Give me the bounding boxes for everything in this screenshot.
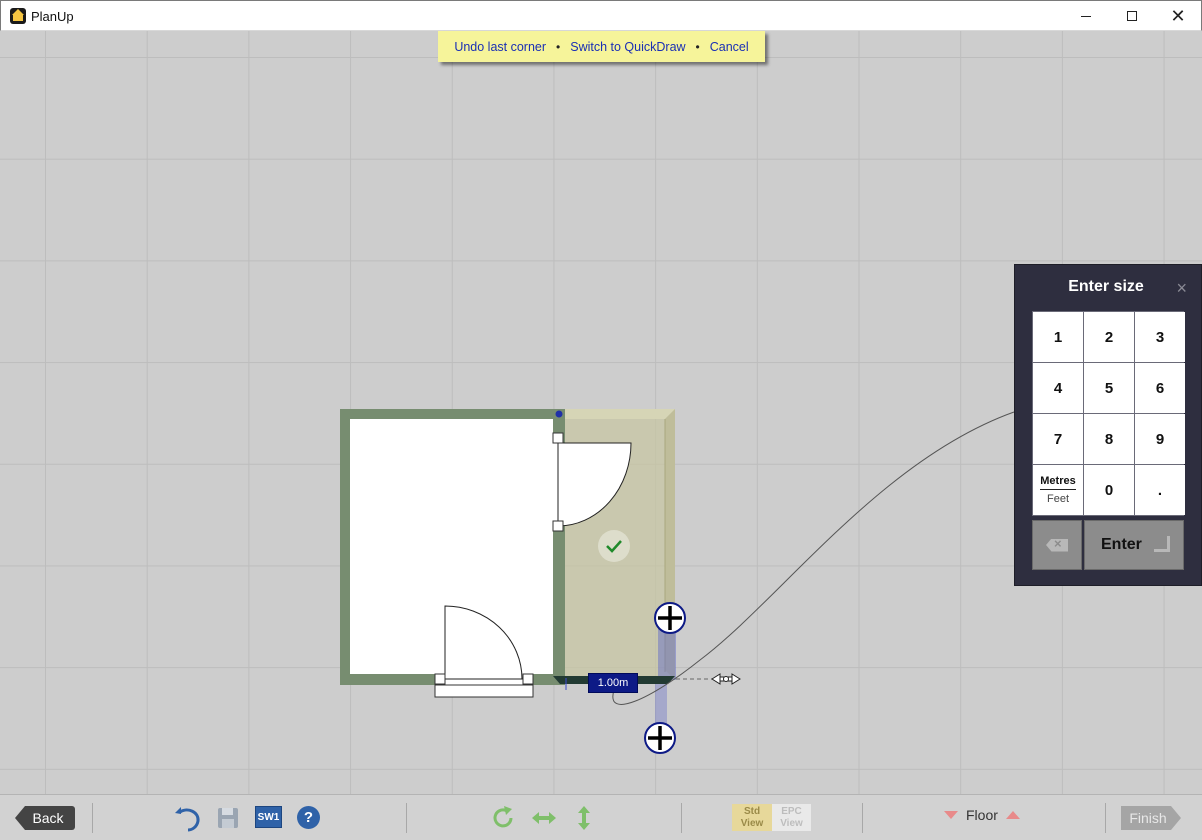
sw1-button[interactable]: SW1 (255, 806, 282, 828)
backspace-button[interactable] (1032, 520, 1082, 570)
door-handle-left[interactable] (434, 673, 446, 685)
floor-up-icon[interactable] (1005, 811, 1020, 819)
rotate-button[interactable] (489, 804, 517, 832)
toolbar-divider (862, 803, 863, 833)
wall-extension-highlight (655, 680, 667, 726)
epc-view-line1: EPC (781, 806, 802, 817)
unit-metres-label: Metres (1040, 475, 1076, 490)
key-6[interactable]: 6 (1135, 363, 1185, 413)
view-toggle[interactable]: Std View EPC View (732, 804, 811, 831)
enter-size-panel: Enter size × 1 2 3 4 5 6 7 8 9 Metres Fe… (1014, 264, 1202, 586)
panel-title: Enter size (1068, 278, 1144, 295)
undo-button[interactable] (174, 804, 202, 832)
toolbar-divider (681, 803, 682, 833)
key-5[interactable]: 5 (1084, 363, 1134, 413)
key-4[interactable]: 4 (1033, 363, 1083, 413)
undo-last-corner-link[interactable]: Undo last corner (454, 40, 546, 54)
epc-view-line2: View (780, 818, 803, 829)
toolbar-divider (1105, 803, 1106, 833)
key-9[interactable]: 9 (1135, 414, 1185, 464)
rotate-icon (493, 806, 513, 828)
enter-label: Enter (1101, 536, 1142, 553)
key-8[interactable]: 8 (1084, 414, 1134, 464)
flip-vertical-icon (578, 806, 590, 830)
back-button[interactable]: Back (15, 806, 75, 830)
std-view-line2: View (740, 818, 764, 829)
confirm-room-button[interactable] (598, 530, 630, 562)
save-button[interactable] (214, 804, 242, 832)
backspace-icon (1046, 538, 1068, 552)
cancel-link[interactable]: Cancel (710, 40, 749, 54)
hint-separator: • (556, 39, 561, 54)
toolbar-divider (406, 803, 407, 833)
enter-return-icon (1153, 536, 1170, 552)
corner-point[interactable] (555, 410, 563, 418)
bottom-toolbar: Back SW1 ? Std View EPC View Floor Finis… (0, 794, 1202, 840)
add-corner-button-right[interactable] (654, 602, 686, 634)
hint-separator: • (695, 39, 700, 54)
key-0[interactable]: 0 (1084, 465, 1134, 515)
numeric-keypad: 1 2 3 4 5 6 7 8 9 Metres Feet 0 . (1032, 311, 1185, 516)
key-decimal[interactable]: . (1135, 465, 1185, 515)
unit-feet-label: Feet (1046, 493, 1069, 505)
save-icon (218, 808, 238, 828)
unit-toggle-key[interactable]: Metres Feet (1033, 465, 1083, 515)
key-1[interactable]: 1 (1033, 312, 1083, 362)
dimension-label[interactable]: 1.00m (588, 673, 638, 693)
std-view-button[interactable]: Std View (732, 804, 772, 831)
panel-action-row: Enter (1032, 520, 1184, 570)
resize-cursor-icon (711, 673, 741, 685)
floor-control: Floor (944, 807, 1020, 823)
enter-button[interactable]: Enter (1084, 520, 1184, 570)
flip-horizontal-button[interactable] (530, 804, 558, 832)
undo-icon (175, 807, 200, 832)
key-2[interactable]: 2 (1084, 312, 1134, 362)
flip-horizontal-icon (532, 812, 556, 824)
hint-bar: Undo last corner • Switch to QuickDraw •… (438, 31, 765, 62)
switch-to-quickdraw-link[interactable]: Switch to QuickDraw (570, 40, 685, 54)
floor-down-icon[interactable] (944, 811, 958, 819)
key-7[interactable]: 7 (1033, 414, 1083, 464)
std-view-line1: Std (743, 806, 761, 817)
epc-view-button[interactable]: EPC View (772, 804, 811, 831)
toolbar-divider (92, 803, 93, 833)
door-handle-bottom[interactable] (552, 520, 564, 532)
help-button[interactable]: ? (297, 806, 320, 829)
door-handle-right[interactable] (522, 673, 534, 685)
door-sill-bottom (434, 684, 534, 698)
flip-vertical-button[interactable] (570, 804, 598, 832)
floor-label: Floor (966, 807, 998, 823)
close-panel-button[interactable]: × (1176, 279, 1187, 297)
add-corner-button-bottom[interactable] (644, 722, 676, 754)
finish-button[interactable]: Finish (1121, 806, 1181, 830)
door-handle-top[interactable] (552, 432, 564, 444)
key-3[interactable]: 3 (1135, 312, 1185, 362)
new-room-top-edge (565, 409, 675, 419)
